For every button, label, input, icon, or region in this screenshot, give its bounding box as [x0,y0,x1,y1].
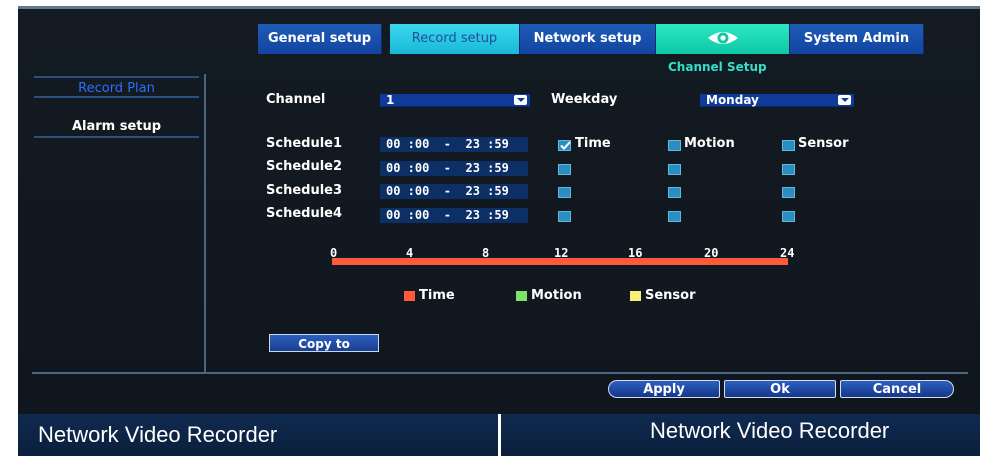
legend-swatch-motion [516,291,527,301]
chevron-down-icon[interactable] [514,95,527,105]
sidebar-divider [204,74,206,372]
footer-title-left: Network Video Recorder [38,422,278,447]
legend-swatch-sensor [630,291,641,301]
schedule3-time-checkbox[interactable] [558,187,571,198]
schedule4-time-range[interactable]: 00 :00 - 23 :59 [380,208,528,223]
channel-value: 1 [386,93,395,107]
nvr-screen: General setup Record setup Network setup… [18,6,980,456]
bottom-divider [32,372,968,374]
sidebar-item-alarm-setup[interactable]: Alarm setup [34,116,199,138]
tab-channel-setup[interactable] [656,24,790,54]
schedule2-time-checkbox[interactable] [558,164,571,175]
sidebar-item-record-plan[interactable]: Record Plan [34,76,199,98]
tab-general-setup[interactable]: General setup [258,24,382,54]
footer-banner: Network Video Recorder Network Video Rec… [18,414,980,456]
schedule4-time-checkbox[interactable] [558,211,571,222]
schedule2-time-range[interactable]: 00 :00 - 23 :59 [380,161,528,176]
schedule1-label: Schedule1 [266,136,343,151]
footer-divider [498,414,501,456]
schedule1-motion-checkbox[interactable] [668,140,681,151]
check-icon [560,141,571,150]
eye-icon [707,32,738,44]
schedule4-motion-checkbox[interactable] [668,211,681,222]
time-column-label: Time [575,136,611,151]
schedule2-motion-checkbox[interactable] [668,164,681,175]
tab-system-admin[interactable]: System Admin [790,24,924,54]
schedule2-label: Schedule2 [266,159,343,174]
legend-swatch-time [404,291,415,301]
tab-record-setup[interactable]: Record setup [390,24,520,54]
channel-select[interactable]: 1 [380,94,530,107]
legend-label-time: Time [419,288,455,303]
apply-button[interactable]: Apply [608,380,720,398]
timeline-bar [332,258,788,265]
motion-column-label: Motion [684,136,735,151]
footer-title-right: Network Video Recorder [650,418,890,443]
top-border [18,6,980,9]
channel-setup-label: Channel Setup [668,60,767,74]
schedule1-sensor-checkbox[interactable] [782,140,795,151]
legend-label-motion: Motion [531,288,582,303]
weekday-select[interactable]: Monday [700,94,854,107]
schedule1-time-range[interactable]: 00 :00 - 23 :59 [380,137,528,152]
weekday-label: Weekday [551,92,618,107]
schedule4-sensor-checkbox[interactable] [782,211,795,222]
legend-label-sensor: Sensor [645,288,696,303]
sensor-column-label: Sensor [798,136,849,151]
copy-to-button[interactable]: Copy to [269,334,379,352]
schedule2-sensor-checkbox[interactable] [782,164,795,175]
chevron-down-icon[interactable] [838,95,851,105]
schedule4-label: Schedule4 [266,206,343,221]
schedule1-time-checkbox[interactable] [558,140,571,151]
channel-label: Channel [266,92,326,107]
schedule3-time-range[interactable]: 00 :00 - 23 :59 [380,184,528,199]
tab-network-setup[interactable]: Network setup [520,24,656,54]
schedule3-sensor-checkbox[interactable] [782,187,795,198]
schedule3-label: Schedule3 [266,183,343,198]
schedule3-motion-checkbox[interactable] [668,187,681,198]
cancel-button[interactable]: Cancel [840,380,954,398]
weekday-value: Monday [706,93,759,107]
ok-button[interactable]: Ok [724,380,836,398]
